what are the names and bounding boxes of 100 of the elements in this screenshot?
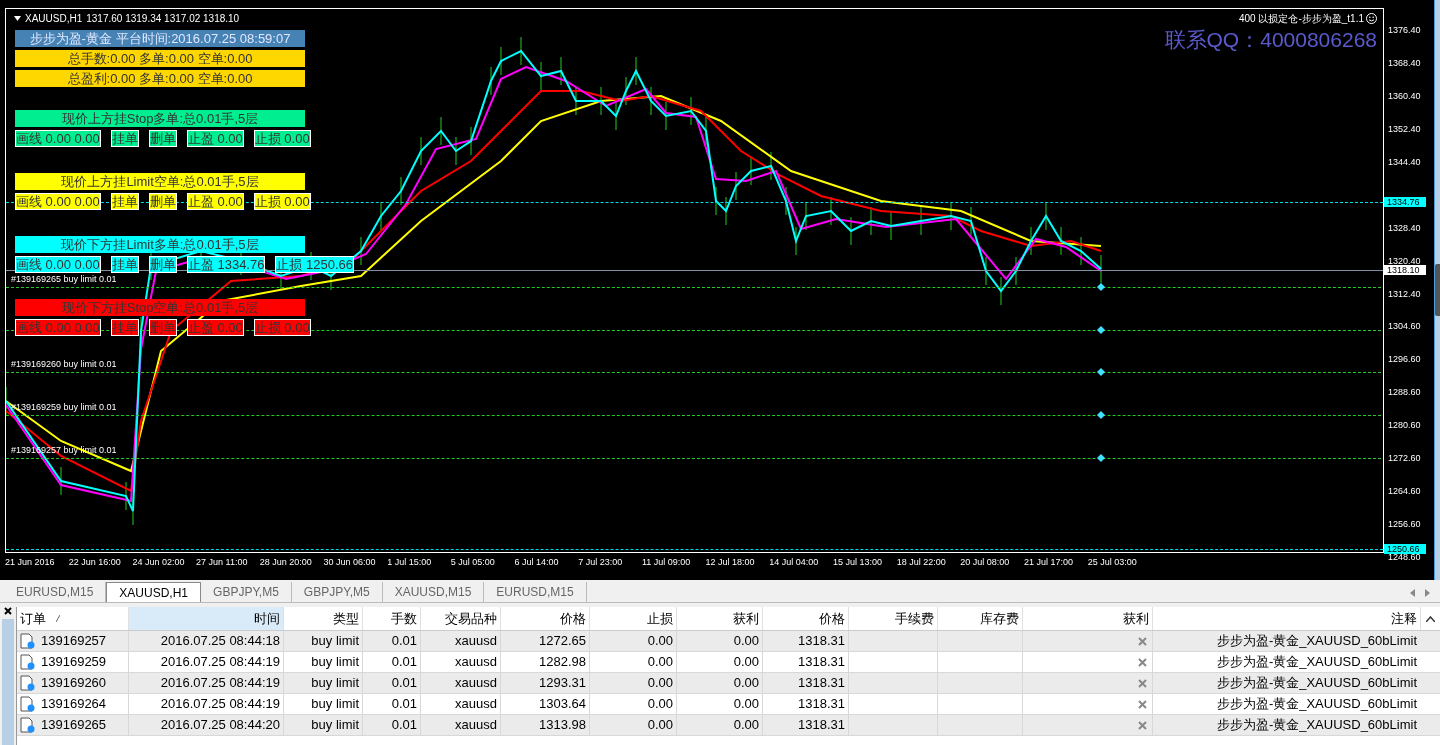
- table-cell: 0.00: [590, 715, 677, 735]
- price-tick: 1320.40: [1388, 256, 1421, 266]
- table-cell: 0.01: [363, 652, 421, 672]
- table-cell: buy limit: [284, 715, 363, 735]
- price-tick: 1312.40: [1388, 289, 1421, 299]
- table-cell: 0.00: [677, 652, 763, 672]
- chart-tab[interactable]: GBPJPY,M5: [201, 582, 292, 602]
- time-tick: 1 Jul 15:00: [387, 556, 433, 569]
- table-cell: 2016.07.25 08:44:20: [129, 715, 284, 735]
- chart-tab[interactable]: XAUUSD,H1: [106, 582, 202, 602]
- scroll-up-icon[interactable]: [1426, 615, 1435, 622]
- order-row[interactable]: 139169264 2016.07.25 08:44:19 buy limit 0.01 xauusd 1303.64 0.00 0.00 1318.31 步步为盈-黄金_XAUUSD_60bLimit: [17, 694, 1440, 715]
- panel-button[interactable]: 删单: [148, 193, 177, 210]
- comment-cell-text: 步步为盈-黄金_XAUUSD_60bLimit: [1215, 653, 1418, 672]
- table-cell: buy limit: [284, 652, 363, 672]
- order-number: 139169257: [41, 632, 107, 651]
- order-number: 139169264: [41, 695, 107, 714]
- chart-tab[interactable]: XAUUSD,M15: [382, 582, 485, 602]
- column-header[interactable]: 订单: [17, 607, 129, 630]
- time-tick: 18 Jul 22:00: [896, 556, 947, 569]
- panel-button[interactable]: 止盈 0.00: [186, 130, 244, 147]
- order-row[interactable]: 139169265 2016.07.25 08:44:20 buy limit 0.01 xauusd 1313.98 0.00 0.00 1318.31 步步为盈-黄金_XAUUSD_60bLimit: [17, 715, 1440, 736]
- price-tick: 1264.60: [1388, 486, 1421, 497]
- order-label: #139169260 buy limit 0.01: [11, 359, 117, 369]
- table-cell: buy limit: [284, 631, 363, 651]
- price-level-tag: 1334.76: [1384, 196, 1426, 207]
- panel-button[interactable]: 挂单: [110, 130, 139, 147]
- table-cell: xauusd: [421, 715, 501, 735]
- panel-button[interactable]: 止损 0.00: [253, 130, 311, 147]
- group-title: 现价上方挂Limit空单:总0.01手,5层: [15, 173, 305, 190]
- price-tick: 1248.60: [1388, 552, 1421, 563]
- chart-tab[interactable]: GBPJPY,M5: [291, 582, 383, 602]
- panel-button[interactable]: 画线 0.00 0.00: [15, 193, 101, 210]
- panel-button[interactable]: 止盈 1334.76: [186, 256, 266, 273]
- price-tick: 1288.60: [1388, 387, 1421, 398]
- panel-button[interactable]: 画线 0.00 0.00: [15, 130, 101, 147]
- table-cell: 2016.07.25 08:44:19: [129, 694, 284, 714]
- price-tick: 1360.40: [1388, 91, 1421, 101]
- price-tick: 1368.40: [1388, 58, 1421, 68]
- order-label: #139169265 buy limit 0.01: [11, 274, 117, 284]
- table-cell: xauusd: [421, 652, 501, 672]
- table-cell: 1318.31: [763, 631, 849, 651]
- panel-button[interactable]: 删单: [148, 130, 177, 147]
- group-title: 现价下方挂Stop空单:总0.01手,5层: [15, 299, 305, 316]
- table-cell: 0.00: [677, 715, 763, 735]
- comment-cell-text: 步步为盈-黄金_XAUUSD_60bLimit: [1215, 632, 1418, 651]
- table-cell: 1313.98: [501, 715, 590, 735]
- order-row[interactable]: 139169259 2016.07.25 08:44:19 buy limit 0.01 xauusd 1282.98 0.00 0.00 1318.31 步步为盈-黄金_XAUUSD_60bLimit: [17, 652, 1440, 673]
- time-tick: 21 Jun 2016: [5, 556, 56, 569]
- table-cell: 0.00: [677, 673, 763, 693]
- table-cell: xauusd: [421, 694, 501, 714]
- time-tick: 21 Jul 17:00: [1024, 556, 1075, 569]
- bid-price-tag: 1318.10: [1384, 265, 1426, 276]
- table-cell: 0.00: [590, 694, 677, 714]
- time-tick: 14 Jul 04:00: [769, 556, 820, 569]
- panel-button[interactable]: 止损 0.00: [253, 193, 311, 210]
- table-cell: xauusd: [421, 631, 501, 651]
- group-title: 现价下方挂Limit多单:总0.01手,5层: [15, 236, 305, 253]
- table-cell: 0.00: [590, 652, 677, 672]
- time-tick: 27 Jun 11:00: [196, 556, 249, 569]
- table-cell: 0.00: [677, 631, 763, 651]
- order-row[interactable]: 139169260 2016.07.25 08:44:19 buy limit 0.01 xauusd 1293.31 0.00 0.00 1318.31 步步为盈-黄金_XAUUSD_60bLimit: [17, 673, 1440, 694]
- stats-bar: 总手数:0.00 多单:0.00 空单:0.00: [15, 50, 305, 67]
- price-tick: 1256.60: [1388, 519, 1421, 530]
- table-cell: 1318.31: [763, 673, 849, 693]
- contact-text: 联系QQ：4000806268: [1164, 27, 1377, 53]
- table-cell: 2016.07.25 08:44:19: [129, 652, 284, 672]
- time-tick: 25 Jul 03:00: [1087, 556, 1138, 569]
- dropdown-icon[interactable]: [14, 16, 21, 21]
- price-tick: 1328.40: [1388, 223, 1421, 233]
- panel-button[interactable]: 止损 1250.66: [275, 256, 355, 273]
- price-tick: 1344.40: [1388, 157, 1421, 167]
- scroll-left-icon[interactable]: [1410, 589, 1415, 597]
- panel-button[interactable]: 删单: [148, 256, 177, 273]
- table-cell: 0.00: [590, 631, 677, 651]
- table-cell: 1318.31: [763, 715, 849, 735]
- sort-icon: [56, 615, 60, 622]
- panel-button[interactable]: 画线 0.00 0.00: [15, 256, 101, 273]
- price-tick: 1304.60: [1388, 321, 1421, 332]
- panel-button[interactable]: 挂单: [110, 193, 139, 210]
- time-tick: 6 Jul 14:00: [514, 556, 560, 569]
- order-marker-icon: [1097, 283, 1105, 291]
- table-cell: 1318.31: [763, 694, 849, 714]
- close-icon[interactable]: [4, 607, 12, 615]
- stats-bar: 总盈利:0.00 多单:0.00 空单:0.00: [15, 70, 305, 87]
- column-header[interactable]: 时间: [129, 607, 284, 630]
- smiley-icon: [1366, 13, 1377, 24]
- panel-button[interactable]: 挂单: [110, 256, 139, 273]
- time-tick: 7 Jul 23:00: [578, 556, 624, 569]
- panel-title: 步步为盈-黄金 平台时间:2016.07.25 08:59:07: [15, 30, 305, 47]
- order-row[interactable]: 139169257 2016.07.25 08:44:18 buy limit 0.01 xauusd 1272.65 0.00 0.00 1318.31 步步为盈-黄金_XAUUSD_60bLimit: [17, 631, 1440, 652]
- panel-button[interactable]: 止盈 0.00: [186, 193, 244, 210]
- chart-tab[interactable]: EURUSD,M15: [484, 582, 587, 602]
- table-cell: 0.00: [677, 694, 763, 714]
- price-tick: 1280.60: [1388, 420, 1421, 431]
- price-tick: 1272.60: [1388, 453, 1421, 464]
- time-tick: 5 Jul 05:00: [450, 556, 496, 569]
- scroll-right-icon[interactable]: [1425, 589, 1430, 597]
- pending-order-icon: [20, 696, 35, 712]
- table-cell: xauusd: [421, 673, 501, 693]
